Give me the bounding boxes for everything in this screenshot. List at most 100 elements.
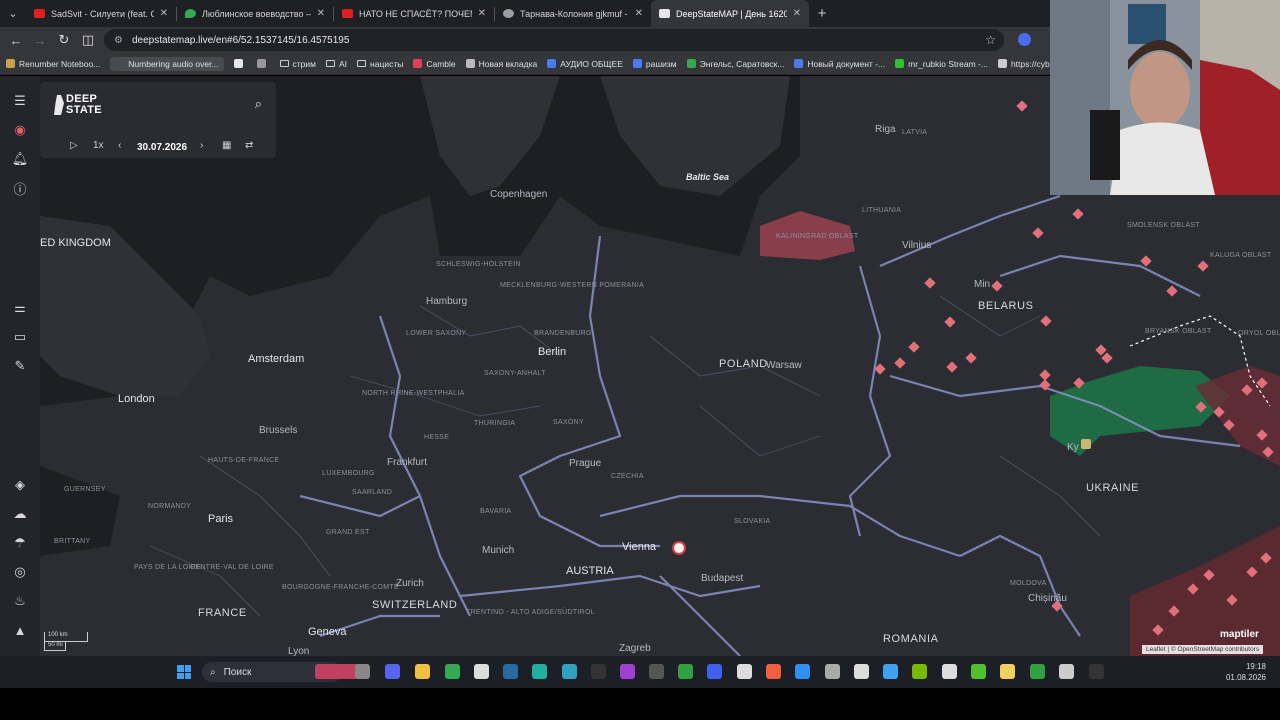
app-icon[interactable] [1089, 664, 1104, 679]
clock[interactable]: 19:18 01.08.2026 [1226, 661, 1266, 683]
windows-start-icon[interactable] [177, 665, 191, 679]
map-label-frankfurt: Frankfurt [387, 457, 428, 468]
osm-link[interactable]: © OpenStreetMap contributors [1171, 646, 1259, 653]
draw-icon[interactable]: ✎ [11, 357, 29, 375]
bookmark-label: АУДИО ОБЩЕЕ [560, 58, 623, 69]
leaflet-link[interactable]: Leaflet [1146, 646, 1166, 653]
layers-icon[interactable]: ◈ [11, 476, 29, 494]
bookmark-star-icon[interactable]: ☆ [985, 33, 996, 47]
app-icon[interactable] [707, 664, 722, 679]
back-arrow-icon[interactable]: ← [4, 28, 28, 52]
bell-icon[interactable]: 🔔︎ [11, 150, 29, 168]
play-icon[interactable]: ▷ [70, 140, 78, 151]
bookmark-favicon-icon [997, 59, 1007, 68]
tab-search-icon[interactable]: ⌄ [0, 0, 26, 27]
app-icon[interactable] [1030, 664, 1045, 679]
app-icon[interactable] [883, 664, 898, 679]
bookmark-item[interactable]: Энгельс, Саратовск... [686, 59, 784, 69]
folder-icon[interactable] [415, 664, 430, 679]
close-icon[interactable]: ✕ [317, 8, 325, 19]
app-icon[interactable] [1000, 664, 1015, 679]
bookmark-item[interactable]: нацисты [357, 59, 403, 69]
units-icon[interactable]: ▲ [11, 621, 29, 639]
app-icon[interactable] [825, 664, 840, 679]
map-label-slovakia: SLOVAKIA [734, 518, 771, 525]
bookmark-favicon-icon [895, 59, 905, 68]
nvidia-icon[interactable] [912, 664, 927, 679]
bookmark-item[interactable] [256, 59, 270, 68]
search-icon[interactable]: ⌕ [255, 96, 262, 112]
prev-date-icon[interactable]: ‹ [118, 140, 121, 151]
close-icon[interactable]: ✕ [478, 8, 486, 19]
reload-icon[interactable]: ↻ [52, 28, 76, 52]
bookmark-item[interactable]: Новый документ -... [794, 59, 885, 69]
file-icon[interactable] [355, 664, 370, 679]
bookmark-item[interactable]: Renumber Noteboo... [6, 59, 100, 69]
edge-icon[interactable] [532, 664, 547, 679]
site-info-icon[interactable]: ⚙ [114, 35, 123, 46]
map-label-prague: Prague [569, 458, 602, 469]
tab-deepstatemap[interactable]: DeepStateMAP | День 1620 | М ✕ [651, 0, 809, 27]
bookmark-item[interactable]: mr_rubkio Stream -... [895, 59, 988, 69]
youtube-icon [342, 9, 353, 18]
menu-icon[interactable]: ☰ [11, 92, 29, 110]
url-text: deepstatemap.live/en#6/52.1537145/16.457… [131, 34, 350, 46]
calendar-icon[interactable]: ▦ [222, 140, 231, 151]
obs-icon[interactable] [591, 664, 606, 679]
tab-lublin[interactable]: Люблинское воеводство – Go ✕ [177, 0, 333, 27]
sidepanel-icon[interactable]: ◫ [76, 28, 100, 52]
bookmark-item[interactable] [233, 59, 247, 68]
fire-icon[interactable]: ♨ [11, 592, 29, 610]
maptiler-logo[interactable]: maptiler [1220, 629, 1259, 640]
close-icon[interactable]: ✕ [635, 8, 643, 19]
filters-icon[interactable]: ⚌ [11, 299, 29, 317]
forward-arrow-icon[interactable]: → [28, 28, 52, 52]
bookmark-item[interactable]: Numbering audio over... [110, 56, 224, 71]
bookmark-item[interactable]: АУДИО ОБЩЕЕ [547, 59, 623, 69]
address-bar[interactable]: ⚙ deepstatemap.live/en#6/52.1537145/16.4… [104, 29, 1004, 51]
app-icon[interactable] [737, 664, 752, 679]
bookmark-item[interactable]: https://cyber [997, 59, 1057, 69]
cloud-icon[interactable]: ☁ [11, 505, 29, 523]
steam-icon[interactable] [503, 664, 518, 679]
close-icon[interactable]: ✕ [160, 8, 168, 19]
tab-sadsvit[interactable]: SadSvit - Силуети (feat. СТРУКТ ✕ [26, 0, 176, 27]
terminal-icon[interactable] [649, 664, 664, 679]
new-tab-button[interactable]: + [809, 5, 835, 22]
discord-icon[interactable] [385, 664, 400, 679]
date-display[interactable]: 30.07.2026 [137, 142, 187, 153]
info-icon[interactable]: ⓘ [11, 179, 29, 197]
weather-icon[interactable]: ☂ [11, 534, 29, 552]
logo-mark-icon [54, 95, 64, 115]
extension-icon[interactable] [1018, 33, 1031, 46]
bookmark-item[interactable]: стрим [279, 59, 316, 69]
close-icon[interactable]: ✕ [793, 8, 801, 19]
app-icon[interactable] [620, 664, 635, 679]
app-icon[interactable] [562, 664, 577, 679]
letterbox [0, 688, 1280, 720]
compare-icon[interactable]: ⇄ [245, 140, 253, 151]
app-icon[interactable] [1059, 664, 1074, 679]
uk-flag-icon[interactable]: ◉ [11, 121, 29, 139]
tab-nato[interactable]: НАТО НЕ СПАСЁТ? ПОЧЕМУ П ✕ [334, 0, 494, 27]
bookmark-item[interactable]: рашизм [632, 59, 677, 69]
tab-tarnava[interactable]: Тарнава-Колония gjkmuf - По ✕ [495, 0, 651, 27]
app-icon[interactable] [795, 664, 810, 679]
bookmark-item[interactable]: Новая вкладка [465, 59, 537, 69]
app-icon[interactable] [942, 664, 957, 679]
bookmark-label: Renumber Noteboo... [19, 58, 101, 69]
ruler-icon[interactable]: ▭ [11, 328, 29, 346]
notepad-icon[interactable] [474, 664, 489, 679]
openai-icon[interactable] [854, 664, 869, 679]
app-icon[interactable] [678, 664, 693, 679]
chrome-icon[interactable] [445, 664, 460, 679]
app-icon[interactable] [971, 664, 986, 679]
bookmark-item[interactable]: Camble [413, 59, 456, 69]
app-icon[interactable] [766, 664, 781, 679]
speed-button[interactable]: 1x [93, 140, 104, 151]
target-icon[interactable]: ◎ [11, 563, 29, 581]
bookmark-favicon-icon [465, 59, 475, 68]
next-date-icon[interactable]: › [200, 140, 203, 151]
bookmark-item[interactable]: AI [326, 59, 347, 69]
browser-app-icon[interactable] [315, 664, 359, 679]
